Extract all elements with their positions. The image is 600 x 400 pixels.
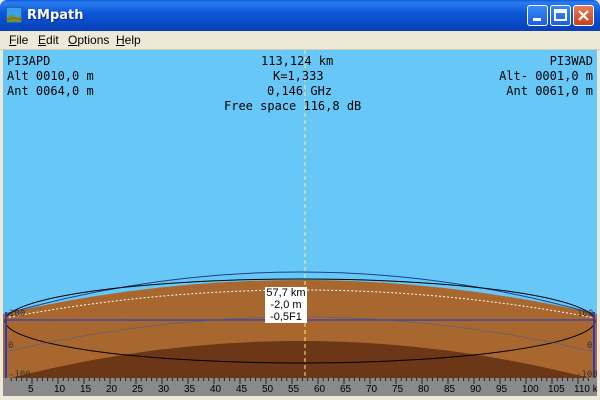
maximize-icon <box>554 9 567 21</box>
app-icon <box>6 7 22 23</box>
axis-tick-label: 60 <box>314 384 326 395</box>
axis-tick-label: 95 <box>496 384 508 395</box>
left-height-label-100: 100 <box>9 309 26 319</box>
axis-tick-label: 10 <box>54 384 66 395</box>
axis-tick-label: 80 <box>418 384 430 395</box>
minimize-icon <box>533 18 541 21</box>
menu-help[interactable]: Help <box>116 33 141 47</box>
k-factor: K=1,333 <box>273 69 324 83</box>
axis-tick-label: 70 <box>366 384 378 395</box>
menu-edit[interactable]: Edit <box>38 33 59 47</box>
axis-tick-label: 100 <box>522 384 539 395</box>
left-height-label-0: 0 <box>8 341 14 351</box>
minimize-button[interactable] <box>527 5 548 26</box>
free-space-loss: Free space 116,8 dB <box>224 99 362 113</box>
menu-file[interactable]: File <box>9 33 28 47</box>
left-station-alt: Alt 0010,0 m <box>7 69 94 83</box>
cursor-readout: 57,7 km -2,0 m -0,5F1 <box>265 287 307 323</box>
close-icon <box>578 10 589 21</box>
readout-fresnel: -0,5F1 <box>265 311 307 323</box>
readout-distance: 57,7 km <box>265 287 307 299</box>
right-station-ant: Ant 0061,0 m <box>506 84 593 98</box>
close-button[interactable] <box>573 5 594 26</box>
axis-tick-label: 75 <box>392 384 404 395</box>
axis-tick-label: 105 <box>548 384 565 395</box>
path-distance: 113,124 km <box>261 54 334 68</box>
readout-height: -2,0 m <box>265 299 307 311</box>
axis-tick-label: 110 km <box>574 384 597 395</box>
axis-tick-label: 85 <box>444 384 456 395</box>
left-height-label-neg100: -100 <box>9 370 31 380</box>
axis-tick-label: 55 <box>288 384 300 395</box>
axis-tick-label: 25 <box>132 384 144 395</box>
axis-tick-label: 50 <box>262 384 274 395</box>
left-station-ant: Ant 0064,0 m <box>7 84 94 98</box>
window-title: RMpath <box>27 8 84 23</box>
axis-tick-label: 35 <box>184 384 196 395</box>
title-bar[interactable]: RMpath <box>0 0 600 31</box>
right-station-name: PI3WAD <box>549 54 593 68</box>
left-station-name: PI3APD <box>7 54 51 68</box>
menu-bar: File Edit Options Help <box>0 31 600 50</box>
path-profile-canvas[interactable]: 5 10 15 20 25 30 35 40 45 50 55 60 65 70 75 80 85 90 95 100… <box>3 50 597 396</box>
axis-tick-label: 20 <box>106 384 118 395</box>
axis-tick-label: 5 <box>28 384 34 395</box>
axis-tick-label: 45 <box>236 384 248 395</box>
distance-axis-bar <box>3 378 597 396</box>
axis-tick-label: 40 <box>210 384 222 395</box>
axis-tick-label: 30 <box>158 384 170 395</box>
menu-options[interactable]: Options <box>68 33 109 47</box>
maximize-button[interactable] <box>550 5 571 26</box>
right-height-label-100: 100 <box>577 309 594 319</box>
app-window: RMpath File Edit Options Help 5 10 15 20… <box>0 0 600 400</box>
axis-tick-label: 65 <box>340 384 352 395</box>
frequency: 0,146 GHz <box>267 84 333 98</box>
right-station-alt: Alt- 0001,0 m <box>499 69 593 83</box>
axis-tick-label: 15 <box>80 384 92 395</box>
right-height-label-neg100: -100 <box>576 370 597 380</box>
axis-tick-label: 90 <box>470 384 482 395</box>
right-height-label-0: 0 <box>587 341 593 351</box>
